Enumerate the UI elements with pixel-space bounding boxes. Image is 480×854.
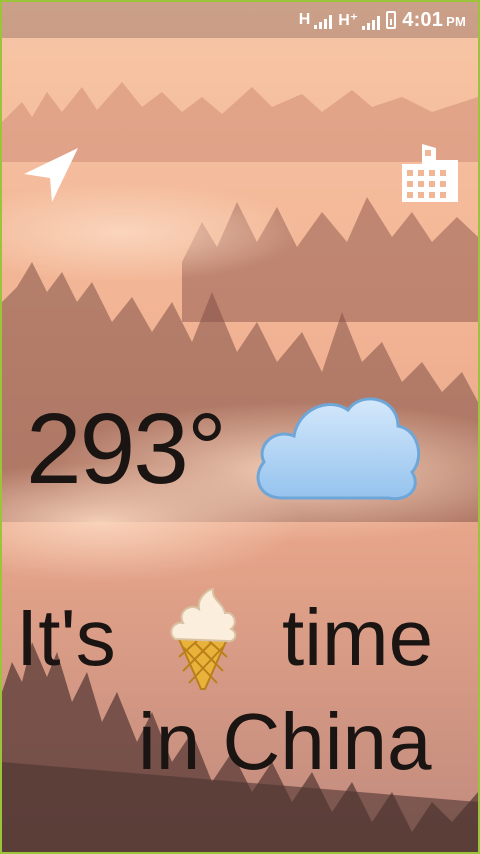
clock-time: 4:01	[402, 8, 444, 31]
signal-bars-icon	[314, 13, 333, 29]
network-hplus-label: H⁺	[338, 12, 359, 29]
message-time: time	[282, 593, 434, 682]
ice-cream-icon	[170, 587, 237, 690]
clock-ampm: PM	[446, 13, 466, 29]
clock: 4:01 PM	[402, 9, 466, 32]
temperature-value: 293°	[26, 393, 227, 505]
weather-screen: H H⁺ 4:01 PM 293° It's time in China	[0, 0, 480, 854]
cloud-icon	[256, 397, 421, 501]
navigation-arrow-icon[interactable]	[24, 146, 80, 202]
network-hplus-indicator: H⁺	[338, 10, 381, 30]
network-h-label: H	[298, 11, 311, 28]
message-its: It's	[16, 593, 116, 682]
battery-icon	[386, 11, 397, 29]
network-h-indicator: H	[299, 11, 333, 29]
status-bar: H H⁺ 4:01 PM	[2, 2, 478, 38]
message-location: in China	[138, 697, 432, 786]
city-buildings-icon[interactable]	[402, 144, 458, 202]
signal-bars-icon	[362, 14, 381, 30]
